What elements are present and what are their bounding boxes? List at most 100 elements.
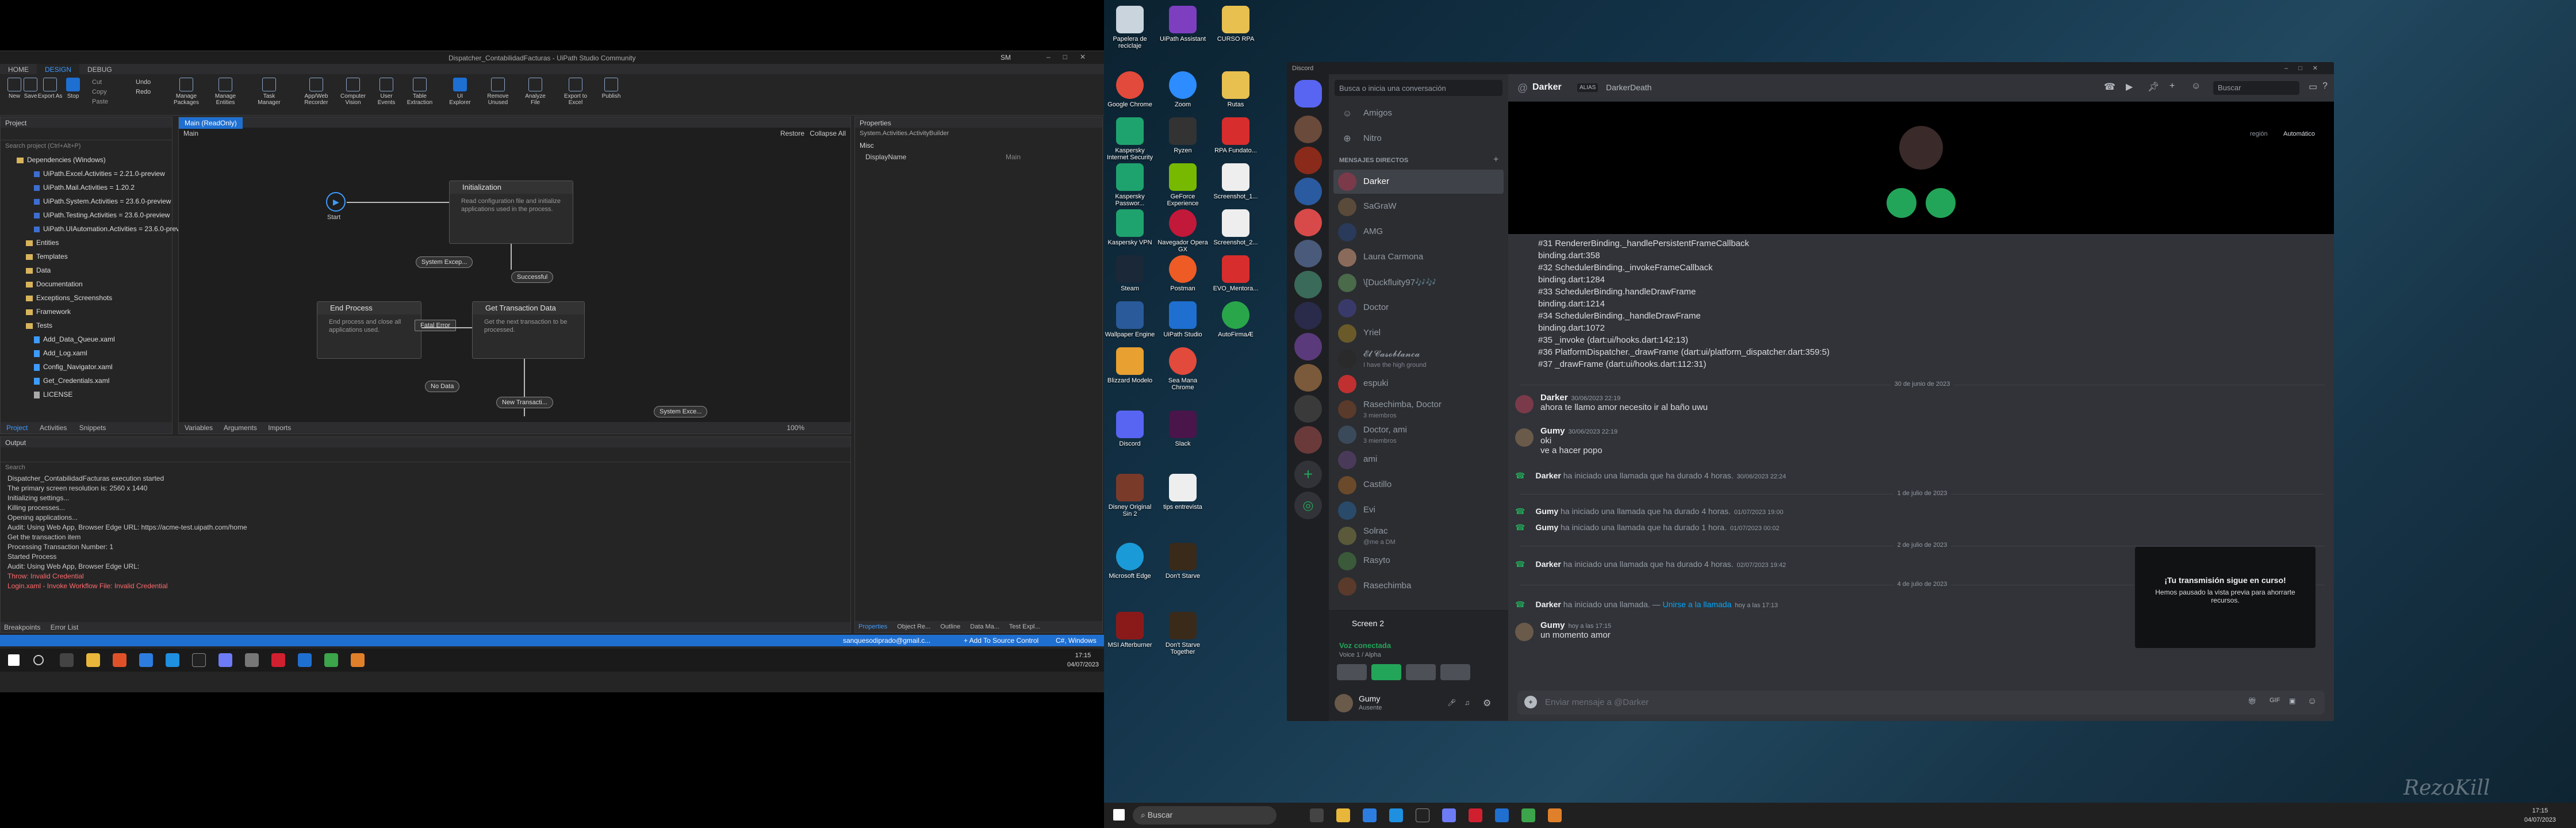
video-icon[interactable]: ▶: [2126, 81, 2133, 93]
tab-design[interactable]: DESIGN: [37, 64, 80, 75]
stream-preview-bar[interactable]: Screen 2: [1329, 610, 1508, 635]
dm-item[interactable]: 𝓔𝓵 𝓒𝓪𝓼𝓸𝓫𝓵𝓪𝓷𝓬𝓪 I have the high ground: [1333, 347, 1504, 371]
app-icon[interactable]: [324, 653, 338, 667]
discord-icon[interactable]: [1442, 808, 1456, 822]
clock[interactable]: 17:15 04/07/2023: [1067, 651, 1099, 669]
new-dm-icon[interactable]: +: [1493, 155, 1498, 165]
call-author[interactable]: Darker: [1535, 600, 1561, 609]
restore-button[interactable]: Restore: [780, 129, 804, 137]
discord-icon[interactable]: [218, 653, 232, 667]
server-icon[interactable]: [1294, 178, 1322, 205]
message-author[interactable]: Darker: [1540, 393, 1568, 402]
tree-item-system[interactable]: UiPath.System.Activities = 23.6.0-previe…: [4, 194, 172, 208]
message[interactable]: Gumy 30/06/2023 22:19 oki ve a hacer popo: [1515, 426, 1617, 455]
windows-start-icon[interactable]: [1113, 809, 1125, 821]
desktop-icon-rpa-pdf[interactable]: RPA Fundato...: [1210, 117, 1262, 154]
desktop-icon-autofirma[interactable]: AutoFirmaÆ: [1210, 301, 1262, 338]
no-data-label[interactable]: No Data: [425, 381, 460, 392]
desktop-icon-steam[interactable]: Steam: [1104, 255, 1156, 292]
call-icon[interactable]: ☎: [2104, 81, 2115, 93]
headphones-icon[interactable]: ♫: [1465, 699, 1470, 707]
dm-search-input[interactable]: Busca o inicia una conversación: [1335, 80, 1502, 96]
tree-item-get-credentials[interactable]: Get_Credentials.xaml: [4, 374, 172, 388]
dm-item[interactable]: ami: [1333, 448, 1504, 472]
user-events-button[interactable]: User Events: [373, 78, 400, 106]
desktop-icon-uipath-studio[interactable]: UiPath Studio: [1157, 301, 1209, 338]
tree-item-config-navigator[interactable]: Config_Navigator.xaml: [4, 360, 172, 374]
dm-item[interactable]: SaGraW: [1333, 195, 1504, 219]
desktop-icon-msi-afterburner[interactable]: MSI Afterburner: [1104, 612, 1156, 649]
discord-home-icon[interactable]: [1294, 80, 1322, 108]
initialization-activity[interactable]: Initialization Read configuration file a…: [449, 181, 573, 244]
attach-plus-icon[interactable]: +: [1524, 696, 1537, 708]
recorder-button[interactable]: App/Web Recorder: [299, 78, 334, 106]
vscode-icon[interactable]: [166, 653, 179, 667]
fatal-error-label[interactable]: Fatal Error: [415, 320, 456, 331]
taskbar-search[interactable]: ⌕ Buscar: [1133, 806, 1276, 825]
tree-item-documentation[interactable]: Documentation: [4, 277, 172, 291]
profile-icon[interactable]: ☺: [2191, 81, 2201, 91]
share-screen-button[interactable]: [1371, 664, 1401, 680]
table-extraction-button[interactable]: Table Extraction: [404, 78, 436, 106]
server-icon[interactable]: [1294, 240, 1322, 267]
activity-button[interactable]: [1406, 664, 1436, 680]
tree-item-add-data-queue[interactable]: Add_Data_Queue.xaml: [4, 332, 172, 346]
server-icon[interactable]: [1294, 364, 1322, 392]
tree-item-add-log[interactable]: Add_Log.xaml: [4, 346, 172, 360]
desktop-icon-kaspersky-vpn[interactable]: Kaspersky VPN: [1104, 209, 1156, 246]
desktop-icon-discord[interactable]: Discord: [1104, 411, 1156, 447]
tab-home[interactable]: HOME: [0, 64, 37, 75]
desktop-icon-kaspersky-password[interactable]: Kaspersky Passwor...: [1104, 163, 1156, 207]
tree-item-tests[interactable]: Tests: [4, 319, 172, 332]
desktop-icon-dont-starve-together[interactable]: Don't Starve Together: [1157, 612, 1209, 656]
help-icon[interactable]: ?: [2322, 81, 2328, 91]
zoom-level[interactable]: 100%: [787, 424, 804, 432]
new-transaction-label[interactable]: New Transacti...: [496, 397, 553, 408]
call-author[interactable]: Darker: [1535, 559, 1561, 569]
opera-icon[interactable]: [271, 653, 285, 667]
join-call-link[interactable]: Unirse a la llamada: [1663, 600, 1732, 609]
call-avatar[interactable]: [1899, 126, 1943, 170]
desktop-icon-tips[interactable]: tips entrevista: [1157, 474, 1209, 511]
desktop-icon-evo-pdf[interactable]: EVO_Mentora...: [1210, 255, 1262, 292]
user-initials[interactable]: SM: [1000, 53, 1011, 62]
window-controls[interactable]: –□✕: [2284, 64, 2328, 72]
tree-item-testing[interactable]: UiPath.Testing.Activities = 23.6.0-previ…: [4, 208, 172, 222]
computer-vision-button[interactable]: Computer Vision: [337, 78, 369, 106]
tab-main[interactable]: Main (ReadOnly): [179, 117, 243, 129]
desktop-icon-screenshot-2[interactable]: Screenshot_2...: [1210, 209, 1262, 246]
tab-breakpoints[interactable]: Breakpoints: [4, 623, 40, 631]
desktop-icon-uipath-assistant[interactable]: UiPath Assistant: [1157, 6, 1209, 43]
dm-item[interactable]: Evi: [1333, 499, 1504, 523]
message[interactable]: Darker 30/06/2023 22:19 ahora te llamo am…: [1515, 393, 1708, 413]
voice-call-button[interactable]: [1926, 188, 1956, 218]
app-icon[interactable]: [1521, 808, 1535, 822]
ui-explorer-button[interactable]: UI Explorer: [446, 78, 474, 106]
app-icon[interactable]: [351, 653, 365, 667]
stop-button[interactable]: Stop: [60, 78, 86, 99]
manage-entities-button[interactable]: Manage Entities: [209, 78, 241, 106]
add-friend-icon[interactable]: +: [2169, 81, 2175, 91]
tab-debug[interactable]: DEBUG: [79, 64, 120, 75]
collapse-all-button[interactable]: Collapse All: [810, 129, 846, 137]
app-icon[interactable]: [113, 653, 126, 667]
tree-item-uiautomation[interactable]: UiPath.UIAutomation.Activities = 23.6.0-…: [4, 222, 190, 236]
server-icon[interactable]: [1294, 333, 1322, 361]
desktop-icon-curso-rpa[interactable]: CURSO RPA: [1210, 6, 1262, 43]
server-icon[interactable]: [1294, 395, 1322, 423]
steam-icon[interactable]: [192, 653, 206, 667]
call-author[interactable]: Gumy: [1535, 507, 1558, 516]
desktop-icon-screenshot-1[interactable]: Screenshot_1...: [1210, 163, 1262, 200]
desktop-icon-dont-starve[interactable]: Don't Starve: [1157, 543, 1209, 580]
window-controls[interactable]: –□✕: [1046, 53, 1098, 61]
dm-item[interactable]: Solrac @me a DM: [1333, 524, 1504, 548]
tree-item-data[interactable]: Data: [4, 263, 172, 277]
tree-item-license[interactable]: LICENSE: [4, 388, 172, 401]
desktop-icon-geforce[interactable]: GeForce Experience: [1157, 163, 1209, 207]
dm-item[interactable]: \[Duckfluity97🎶🎶: [1333, 271, 1504, 295]
message-input[interactable]: Enviar mensaje a @Darker: [1545, 697, 1649, 707]
dm-item[interactable]: espuki: [1333, 372, 1504, 396]
server-icon[interactable]: [1294, 271, 1322, 298]
gif-icon[interactable]: GIF: [2270, 697, 2280, 704]
zoom-icon[interactable]: [139, 653, 153, 667]
